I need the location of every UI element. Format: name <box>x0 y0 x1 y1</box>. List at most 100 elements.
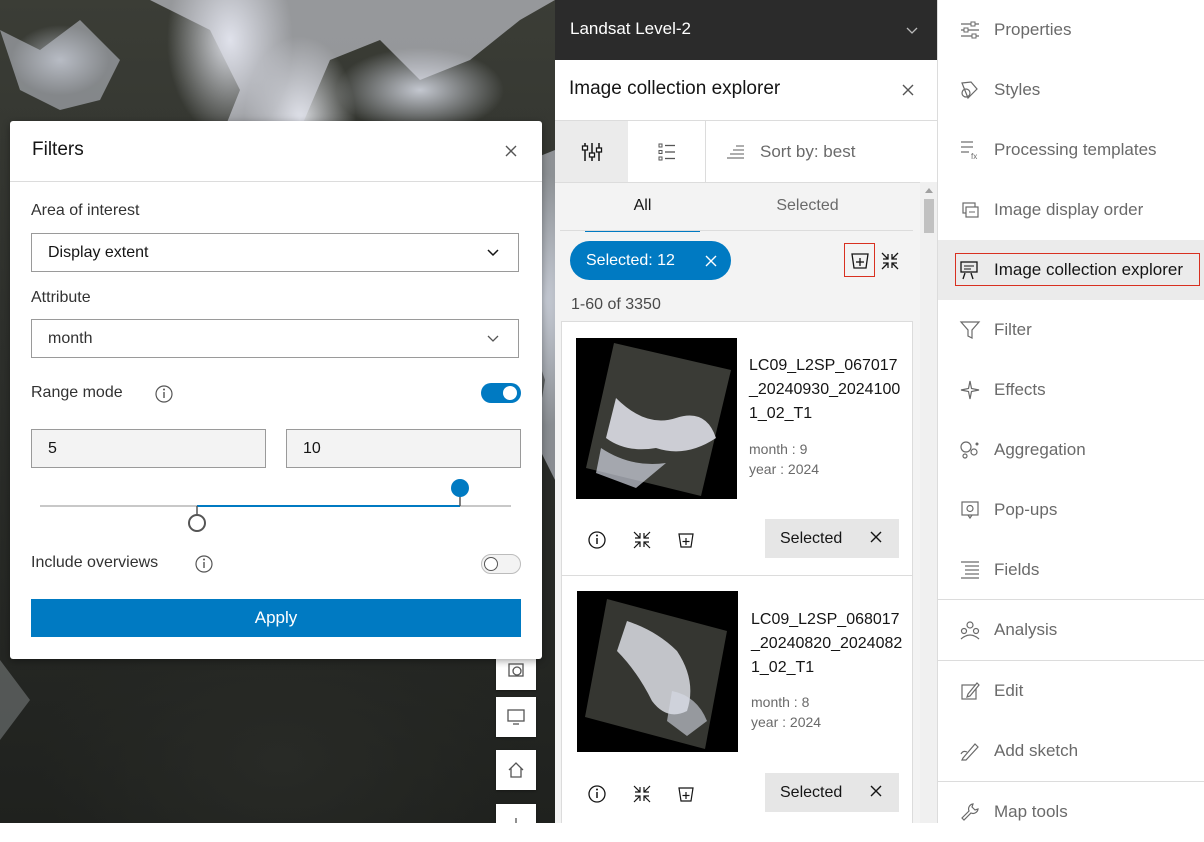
image-card[interactable]: LC09_L2SP_068017_20240820_20240821_02_T1… <box>561 575 913 823</box>
image-info-button[interactable] <box>585 782 609 806</box>
image-card[interactable]: LC09_L2SP_067017_20240930_20241001_02_T1… <box>561 321 913 576</box>
action-label: Analysis <box>994 620 1058 639</box>
image-add-to-map-button[interactable] <box>674 782 698 806</box>
image-info-button[interactable] <box>585 528 609 552</box>
range-slider[interactable] <box>31 476 521 536</box>
image-name: LC09_L2SP_068017_20240820_20240821_02_T1 <box>751 611 903 676</box>
explorer-close-button[interactable] <box>896 78 920 102</box>
tab-selected[interactable]: Selected <box>750 182 865 230</box>
chevron-down-icon <box>487 335 499 342</box>
image-add-to-map-button[interactable] <box>674 528 698 552</box>
sketch-icon <box>958 739 982 763</box>
include-overviews-label: Include overviews <box>31 554 159 571</box>
action-label: Fields <box>994 560 1040 579</box>
action-label: Properties <box>994 20 1072 39</box>
area-of-interest-label: Area of interest <box>31 202 140 219</box>
attribute-value: month <box>48 329 93 347</box>
action-edit[interactable]: Edit <box>938 661 1204 721</box>
action-label: Map tools <box>994 802 1068 821</box>
filters-close-button[interactable] <box>499 139 523 163</box>
monitor-icon <box>507 709 525 725</box>
effects-icon <box>958 378 982 402</box>
sort-button[interactable]: Sort by: best <box>706 121 937 182</box>
action-label: Styles <box>994 80 1041 99</box>
info-icon <box>588 785 606 803</box>
range-min-value: 5 <box>48 439 57 457</box>
tab-all[interactable]: All <box>585 182 700 232</box>
range-min-input[interactable]: 5 <box>31 429 266 468</box>
action-label: Edit <box>994 681 1024 700</box>
range-mode-toggle[interactable] <box>481 383 521 403</box>
map-fullscreen-button[interactable] <box>496 697 536 737</box>
action-fields[interactable]: Fields <box>938 540 1204 600</box>
image-zoom-to-button[interactable] <box>630 528 654 552</box>
map-zoom-in-button[interactable] <box>496 804 536 823</box>
slider-max-handle[interactable] <box>451 479 469 497</box>
zoom-to-selected-button[interactable] <box>879 250 901 277</box>
scroll-thumb[interactable] <box>924 199 934 233</box>
range-mode-info-icon[interactable] <box>154 384 174 409</box>
sliders-icon <box>958 18 982 42</box>
image-name: LC09_L2SP_067017_20240930_20241001_02_T1 <box>749 357 901 422</box>
apply-button[interactable]: Apply <box>31 599 521 637</box>
area-of-interest-select[interactable]: Display extent <box>31 233 519 272</box>
list-icon <box>658 143 675 160</box>
include-overviews-toggle[interactable] <box>481 554 521 574</box>
home-icon <box>508 762 524 778</box>
slider-min-handle[interactable] <box>188 514 206 532</box>
image-selected-button[interactable]: Selected <box>765 519 899 558</box>
selected-count-label: Selected: 12 <box>586 251 675 269</box>
image-month: month : 9 <box>749 441 808 457</box>
results-scrollbar[interactable] <box>920 182 937 823</box>
action-pop-ups[interactable]: Pop-ups <box>938 480 1204 540</box>
add-to-map-button[interactable] <box>849 250 871 277</box>
basemap-icon <box>508 663 524 677</box>
styles-icon <box>958 78 982 102</box>
add-to-map-icon <box>678 533 694 548</box>
explorer-toolbar: Sort by: best <box>555 121 937 183</box>
action-aggregation[interactable]: Aggregation <box>938 420 1204 480</box>
action-processing-templates[interactable]: fx Processing templates <box>938 120 1204 180</box>
analysis-icon <box>958 618 982 642</box>
image-zoom-to-button[interactable] <box>630 782 654 806</box>
area-of-interest-value: Display extent <box>48 243 149 261</box>
include-overviews-info-icon[interactable] <box>194 554 214 579</box>
close-icon[interactable] <box>705 255 717 267</box>
action-styles[interactable]: Styles <box>938 60 1204 120</box>
image-selected-button[interactable]: Selected <box>765 773 899 812</box>
action-image-display-order[interactable]: Image display order <box>938 180 1204 240</box>
action-label: Processing templates <box>994 140 1157 159</box>
sort-icon <box>727 144 744 159</box>
action-bar: Properties Styles fx Processing template… <box>938 0 1204 823</box>
sort-label: Sort by: best <box>760 141 856 161</box>
svg-text:fx: fx <box>971 152 977 161</box>
filters-header: Filters <box>10 121 542 182</box>
edit-icon <box>958 679 982 703</box>
layer-selector[interactable]: Landsat Level-2 <box>555 0 937 60</box>
action-add-sketch[interactable]: Add sketch <box>938 721 1204 781</box>
info-icon <box>588 531 606 549</box>
range-max-input[interactable]: 10 <box>286 429 521 468</box>
explorer-title: Image collection explorer <box>569 78 781 99</box>
action-analysis[interactable]: Analysis <box>938 600 1204 660</box>
map-home-button[interactable] <box>496 750 536 790</box>
zoom-to-icon <box>881 252 899 270</box>
toggle-knob <box>484 557 498 571</box>
explorer-header: Image collection explorer <box>555 60 937 121</box>
add-to-map-icon <box>678 787 694 802</box>
toggle-knob <box>503 386 517 400</box>
plus-icon <box>515 818 517 823</box>
filters-tool-button[interactable] <box>555 121 628 182</box>
active-action-highlight <box>955 253 1200 286</box>
action-label: Filter <box>994 320 1032 339</box>
action-filter[interactable]: Filter <box>938 300 1204 360</box>
list-view-button[interactable] <box>628 121 705 182</box>
attribute-select[interactable]: month <box>31 319 519 358</box>
action-map-tools[interactable]: Map tools <box>938 782 1204 842</box>
image-selected-label: Selected <box>780 529 843 547</box>
zoom-to-icon <box>633 531 651 549</box>
selected-count-chip[interactable]: Selected: 12 <box>570 241 731 280</box>
tabs-divider <box>560 230 913 231</box>
action-effects[interactable]: Effects <box>938 360 1204 420</box>
action-properties[interactable]: Properties <box>938 0 1204 60</box>
